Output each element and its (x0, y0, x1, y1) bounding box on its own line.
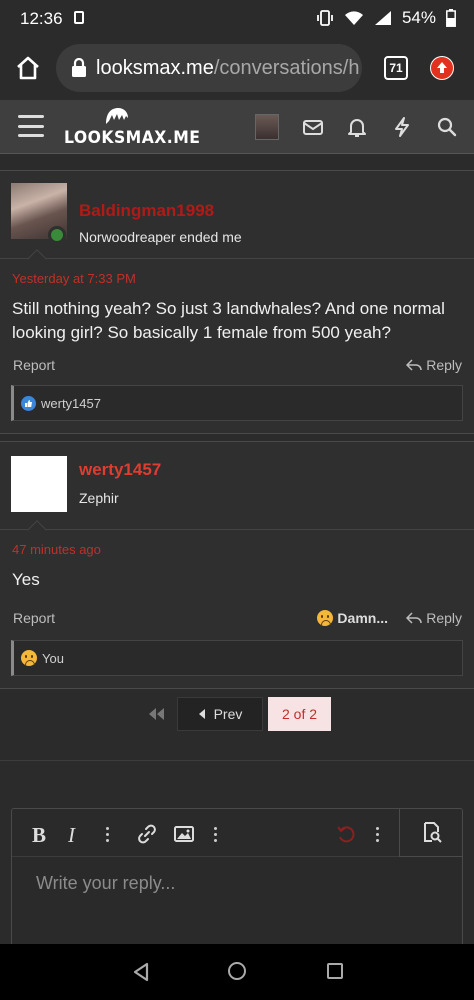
status-icons: 54% (316, 8, 456, 28)
link-icon[interactable] (137, 824, 157, 844)
avatar[interactable] (11, 183, 67, 244)
bell-icon[interactable] (346, 116, 368, 138)
sad-face-icon (21, 650, 37, 666)
divider (0, 155, 474, 171)
reaction-user: werty1457 (41, 395, 101, 411)
back-icon[interactable] (132, 962, 150, 982)
avatar-image (11, 456, 67, 512)
prev-page-button[interactable]: Prev (177, 697, 263, 731)
message-actions: Report Reply (0, 345, 474, 385)
search-icon[interactable] (436, 116, 458, 138)
logo-hair-icon (106, 108, 128, 124)
divider (0, 434, 474, 442)
site-logo[interactable]: LOOKSMAX.ME (64, 106, 200, 150)
reply-label: Reply (426, 357, 462, 373)
first-page-icon[interactable] (146, 707, 166, 721)
user-title: Zephir (79, 490, 119, 506)
inbox-icon[interactable] (302, 116, 324, 138)
home-icon[interactable] (14, 54, 42, 82)
reply-icon (406, 612, 422, 624)
reply-editor: B I Write your reply... (11, 808, 463, 958)
battery-icon (446, 9, 456, 27)
status-bar: 12:36 54% (0, 0, 474, 36)
conversation: Baldingman1998 Norwoodreaper ended me Ye… (0, 155, 474, 761)
reaction-label: Damn... (337, 610, 388, 626)
system-nav-bar (0, 944, 474, 1000)
url-domain: looksmax.me (96, 56, 214, 79)
reply-label: Reply (426, 610, 462, 626)
message: werty1457 Zephir 47 minutes ago Yes Repo… (0, 442, 474, 689)
editor-toolbar: B I (12, 808, 463, 857)
more-options-icon[interactable] (376, 827, 380, 843)
like-icon (21, 395, 36, 411)
more-insert-options-icon[interactable] (214, 827, 218, 843)
reply-button[interactable]: Reply (406, 357, 462, 373)
recents-icon[interactable] (327, 963, 343, 979)
avatar[interactable] (11, 456, 67, 512)
current-page[interactable]: 2 of 2 (268, 697, 331, 731)
username-link[interactable]: Baldingman1998 (79, 201, 214, 221)
bolt-icon[interactable] (391, 116, 413, 138)
address-bar[interactable]: looksmax.me/conversations/h (56, 44, 362, 92)
reaction-button[interactable]: Damn... (317, 610, 388, 626)
home-button-icon[interactable] (228, 962, 246, 980)
update-icon[interactable] (430, 56, 454, 80)
message-user-header: werty1457 Zephir (0, 442, 474, 540)
prev-label: Prev (213, 706, 243, 722)
logo-text: LOOKSMAX.ME (64, 128, 201, 148)
message: Baldingman1998 Norwoodreaper ended me Ye… (0, 171, 474, 434)
tabs-button[interactable]: 71 (384, 56, 408, 80)
preview-icon (423, 822, 442, 843)
battery-percent: 54% (401, 8, 436, 27)
user-title: Norwoodreaper ended me (79, 229, 242, 245)
status-time: 12:36 (20, 9, 63, 28)
message-body: Yes (12, 570, 40, 589)
reactions-summary[interactable]: You (11, 640, 463, 676)
reply-icon (406, 359, 422, 371)
url-path: /conversations/h (213, 56, 360, 79)
account-avatar[interactable] (255, 114, 279, 140)
update-arrow-icon (431, 57, 453, 79)
pagination: Prev 2 of 2 (0, 689, 474, 761)
reply-input[interactable]: Write your reply... (36, 873, 175, 894)
menu-icon[interactable] (18, 115, 44, 137)
message-timestamp[interactable]: 47 minutes ago (0, 530, 474, 560)
browser-toolbar: looksmax.me/conversations/h 71 (0, 36, 474, 100)
report-link[interactable]: Report (13, 357, 55, 373)
signal-icon (374, 11, 391, 25)
username-link[interactable]: werty1457 (79, 460, 161, 480)
italic-button[interactable]: I (68, 823, 75, 848)
lock-icon (72, 58, 86, 77)
sim-icon (74, 11, 84, 24)
preview-button[interactable] (399, 808, 463, 857)
report-link[interactable]: Report (13, 610, 55, 626)
image-icon[interactable] (174, 825, 194, 843)
more-text-options-icon[interactable] (106, 827, 110, 843)
reactions-summary[interactable]: werty1457 (11, 385, 463, 421)
undo-icon[interactable] (336, 824, 356, 844)
caret-left-icon (198, 709, 205, 719)
bold-button[interactable]: B (32, 823, 46, 848)
sad-face-icon (317, 610, 334, 626)
wifi-icon (344, 11, 363, 25)
vibrate-icon (317, 10, 333, 26)
message-body: Still nothing yeah? So just 3 landwhales… (12, 299, 445, 342)
message-user-header: Baldingman1998 Norwoodreaper ended me (0, 171, 474, 269)
reaction-user: You (42, 650, 64, 666)
message-timestamp[interactable]: Yesterday at 7:33 PM (0, 259, 474, 289)
online-status-icon (48, 226, 66, 244)
reply-button[interactable]: Reply (406, 610, 462, 626)
message-actions: Report Damn... Reply (0, 592, 474, 640)
